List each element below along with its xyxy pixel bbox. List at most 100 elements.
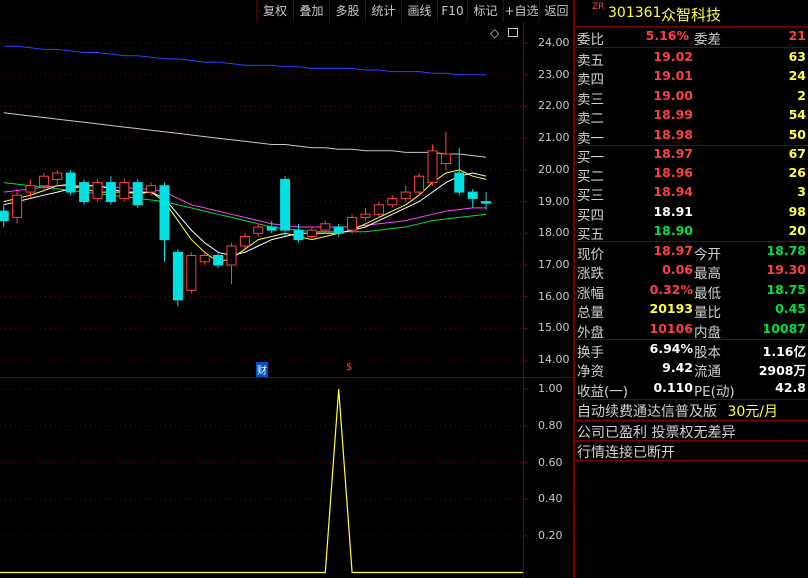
candle-body — [400, 191, 411, 199]
quote-label: 总量 — [577, 305, 604, 322]
bid-row: 买二 18.96 26 — [577, 165, 806, 185]
candlestick[interactable] — [427, 144, 438, 186]
fund-row: 净资 9.42 流通 2908万 — [577, 360, 806, 380]
candlestick[interactable] — [159, 182, 170, 262]
order-ratio-row: 委比 5.16% 委差 21 — [577, 28, 806, 48]
order-ratio-label: 委比 — [577, 32, 604, 48]
candlestick[interactable] — [92, 179, 103, 202]
quote-value: 10106 — [649, 320, 694, 336]
candlestick[interactable] — [226, 242, 237, 285]
price-tick-label: 15.00 — [538, 321, 570, 335]
quote-label: 今开 — [694, 247, 721, 263]
bid-price: 18.91 — [653, 203, 693, 219]
bid-label: 买三 — [577, 188, 604, 205]
candle-body — [38, 175, 49, 187]
ask-volume: 54 — [788, 107, 806, 123]
candlestick[interactable] — [79, 179, 90, 205]
candle-body — [373, 204, 384, 215]
price-tick-label: 23.00 — [538, 67, 570, 81]
candlestick[interactable] — [280, 176, 291, 237]
fund-value: 0.110 — [653, 379, 693, 395]
finance-marker[interactable]: 财 — [256, 362, 268, 377]
candlestick[interactable] — [481, 192, 492, 210]
fund-value: 1.16亿 — [762, 344, 806, 359]
candlestick[interactable] — [266, 220, 277, 234]
ask-label: 卖二 — [577, 111, 604, 128]
stock-name[interactable]: 众智科技 — [661, 4, 721, 25]
indicator-tick-label: 0.20 — [538, 528, 563, 542]
candlestick[interactable] — [105, 176, 116, 205]
candlestick[interactable] — [467, 188, 478, 208]
ask-label: 卖五 — [577, 53, 604, 69]
candlestick[interactable] — [440, 131, 451, 170]
ask-row: 卖三 19.00 2 — [577, 88, 806, 108]
order-diff-value: 21 — [788, 28, 806, 43]
bid-volume: 67 — [788, 146, 806, 161]
candlestick[interactable] — [65, 169, 76, 196]
fund-value: 2908万 — [758, 363, 806, 379]
candlestick[interactable] — [0, 204, 9, 227]
candle-body — [25, 185, 36, 193]
candle-body — [347, 216, 358, 231]
candlestick[interactable] — [172, 249, 183, 307]
candlestick[interactable] — [400, 185, 411, 202]
bid-volume: 3 — [797, 184, 806, 200]
indicator-tick-label: 0.40 — [538, 492, 563, 506]
bid-label: 买一 — [577, 150, 604, 166]
quote-label: 涨跌 — [577, 266, 604, 283]
candlestick[interactable] — [186, 252, 197, 294]
dividend-marker[interactable]: $ — [346, 362, 352, 373]
fund-value: 42.8 — [775, 379, 806, 395]
indicator-tick-label: 1.00 — [538, 382, 563, 396]
candlestick[interactable] — [132, 179, 143, 208]
ask-price: 19.01 — [653, 68, 693, 84]
quote-row: 现价 18.97 今开 18.78 — [577, 243, 806, 263]
price-tick-label: 19.00 — [538, 194, 570, 208]
ask-label: 卖三 — [577, 91, 604, 108]
candle-body — [226, 245, 237, 266]
candlestick[interactable] — [373, 201, 384, 218]
candlestick[interactable] — [387, 195, 398, 208]
bid-row: 买四 18.91 98 — [577, 204, 806, 224]
candle-body — [186, 254, 197, 291]
candle-body — [253, 226, 264, 234]
order-diff-label: 委差 — [694, 32, 721, 48]
candle-body — [12, 194, 23, 218]
candle-body — [427, 150, 438, 184]
fund-row: 换手 6.94% 股本 1.16亿 — [577, 341, 806, 361]
window-toggle-icon[interactable] — [508, 28, 518, 37]
candlestick[interactable] — [306, 226, 317, 240]
candlestick[interactable] — [347, 214, 358, 234]
ask-price: 18.99 — [653, 107, 693, 123]
quote-label: 最低 — [694, 285, 721, 302]
quote-value: 18.75 — [766, 281, 806, 297]
ask-label: 卖四 — [577, 72, 604, 89]
ask-price: 19.02 — [653, 49, 693, 64]
panel-divider — [573, 0, 575, 578]
ask-row: 卖五 19.02 63 — [577, 49, 806, 69]
notice-company-status: 公司已盈利 投票权无差异 — [577, 425, 736, 441]
price-tick-label: 18.00 — [538, 226, 570, 240]
candlestick[interactable] — [213, 252, 224, 269]
moving-average-line — [3, 112, 487, 158]
quote-row: 涨幅 0.32% 最低 18.75 — [577, 282, 806, 302]
candlestick[interactable] — [12, 188, 23, 224]
quote-row: 涨跌 0.06 最高 19.30 — [577, 262, 806, 282]
ask-price: 19.00 — [653, 87, 693, 103]
candlestick[interactable] — [253, 223, 264, 237]
chart-area[interactable] — [0, 0, 573, 578]
indicator-line — [0, 389, 523, 574]
quote-value: 0.32% — [649, 281, 693, 297]
moving-average-line — [3, 45, 487, 76]
candlestick[interactable] — [414, 173, 425, 196]
candle-body — [306, 229, 317, 237]
ask-volume: 24 — [788, 68, 806, 84]
moving-average-line — [3, 182, 487, 233]
candle-body — [105, 182, 116, 203]
divider-8 — [575, 460, 808, 461]
diamond-icon[interactable]: ◇ — [490, 26, 499, 40]
candlestick[interactable] — [119, 179, 130, 202]
candlestick[interactable] — [52, 169, 63, 186]
notice-subscription[interactable]: 自动续费通达信普及版 30元/月 — [577, 401, 778, 421]
candlestick[interactable] — [360, 207, 371, 221]
